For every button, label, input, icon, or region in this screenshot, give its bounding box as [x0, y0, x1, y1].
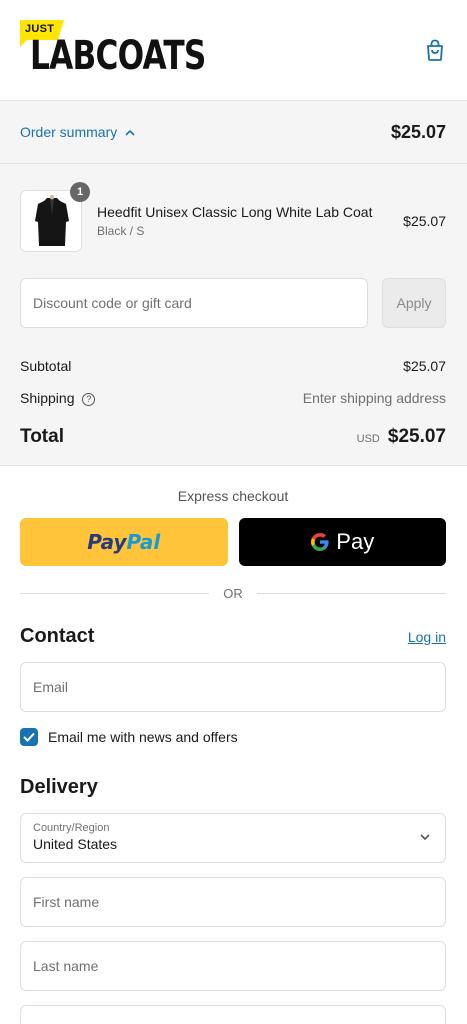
or-divider: OR: [20, 586, 446, 601]
express-buttons: PayPal Pay: [20, 518, 446, 566]
discount-row: Apply: [20, 278, 446, 328]
site-header: JUST LABCOATS: [0, 0, 467, 100]
subtotal-label: Subtotal: [20, 358, 72, 374]
shipping-label: Shipping: [20, 390, 75, 406]
country-select[interactable]: Country/Region United States: [20, 813, 446, 863]
newsletter-label: Email me with news and offers: [48, 729, 238, 745]
contact-title: Contact: [20, 625, 95, 647]
last-name-field[interactable]: [20, 941, 446, 991]
order-summary-bar[interactable]: Order summary $25.07: [0, 100, 467, 164]
country-label: Country/Region: [33, 822, 110, 834]
paypal-logo-pay: Pay: [87, 530, 127, 554]
logo-notch: [20, 39, 28, 47]
total-row: Total USD $25.07: [20, 426, 446, 448]
contact-header: Contact Log in: [20, 625, 446, 648]
first-name-field[interactable]: [20, 877, 446, 927]
delivery-header: Delivery: [20, 776, 446, 799]
logo-main-text: LABCOATS: [30, 33, 206, 79]
apply-button[interactable]: Apply: [382, 278, 446, 328]
chevron-down-icon: [420, 834, 430, 841]
delivery-title: Delivery: [20, 776, 98, 798]
store-logo[interactable]: JUST LABCOATS: [20, 20, 206, 82]
order-summary-label: Order summary: [20, 124, 118, 140]
subtotal-row: Subtotal $25.07: [20, 350, 446, 382]
login-link[interactable]: Log in: [408, 629, 446, 645]
newsletter-option[interactable]: Email me with news and offers: [20, 728, 446, 746]
divider-line-left: [20, 593, 210, 594]
product-thumbnail: 1: [20, 182, 90, 252]
order-summary-toggle[interactable]: Order summary: [20, 124, 135, 140]
or-label: OR: [223, 586, 243, 601]
google-pay-label: Pay: [336, 529, 375, 554]
currency-code: USD: [356, 433, 380, 445]
summary-total: $25.07: [390, 121, 446, 142]
newsletter-checkbox[interactable]: [20, 728, 38, 746]
express-checkout-title: Express checkout: [177, 488, 289, 504]
paypal-logo: PayPal: [87, 530, 160, 554]
paypal-button[interactable]: PayPal: [20, 518, 228, 566]
checkout-form: Express checkout PayPal Pay OR Contact L…: [0, 466, 467, 1024]
chevron-up-icon: [125, 129, 135, 136]
lab-coat-image: [35, 195, 69, 246]
checkout-page: JUST LABCOATS Order summary $25.07 1 Hee…: [0, 0, 467, 1024]
total-amount: $25.07: [387, 426, 446, 447]
google-g-icon: [311, 533, 329, 551]
google-pay-button[interactable]: Pay: [238, 518, 446, 566]
subtotal-value: $25.07: [403, 358, 446, 374]
help-icon[interactable]: ?: [82, 392, 96, 406]
totals: Subtotal $25.07 Shipping ? Enter shippin…: [20, 350, 446, 448]
item-variant: Black / S: [97, 224, 145, 238]
item-price: $25.07: [403, 213, 446, 229]
quantity-badge: 1: [70, 182, 90, 202]
item-name: Heedfit Unisex Classic Long White Lab Co…: [97, 204, 373, 220]
item-info: Heedfit Unisex Classic Long White Lab Co…: [82, 204, 403, 238]
divider-line-right: [256, 593, 446, 594]
country-value: United States: [33, 836, 118, 852]
checkmark-icon: [23, 732, 35, 742]
discount-input[interactable]: [20, 278, 368, 328]
line-item: 1 Heedfit Unisex Classic Long White Lab …: [20, 182, 446, 252]
order-details: 1 Heedfit Unisex Classic Long White Lab …: [0, 164, 467, 466]
shipping-value: Enter shipping address: [302, 390, 446, 406]
shipping-row: Shipping ? Enter shipping address: [20, 382, 446, 414]
shopping-bag-icon[interactable]: [425, 38, 445, 62]
email-field[interactable]: [20, 662, 446, 712]
total-label: Total: [20, 426, 64, 447]
address-field[interactable]: [20, 1005, 446, 1024]
paypal-logo-pal: Pal: [126, 530, 161, 554]
